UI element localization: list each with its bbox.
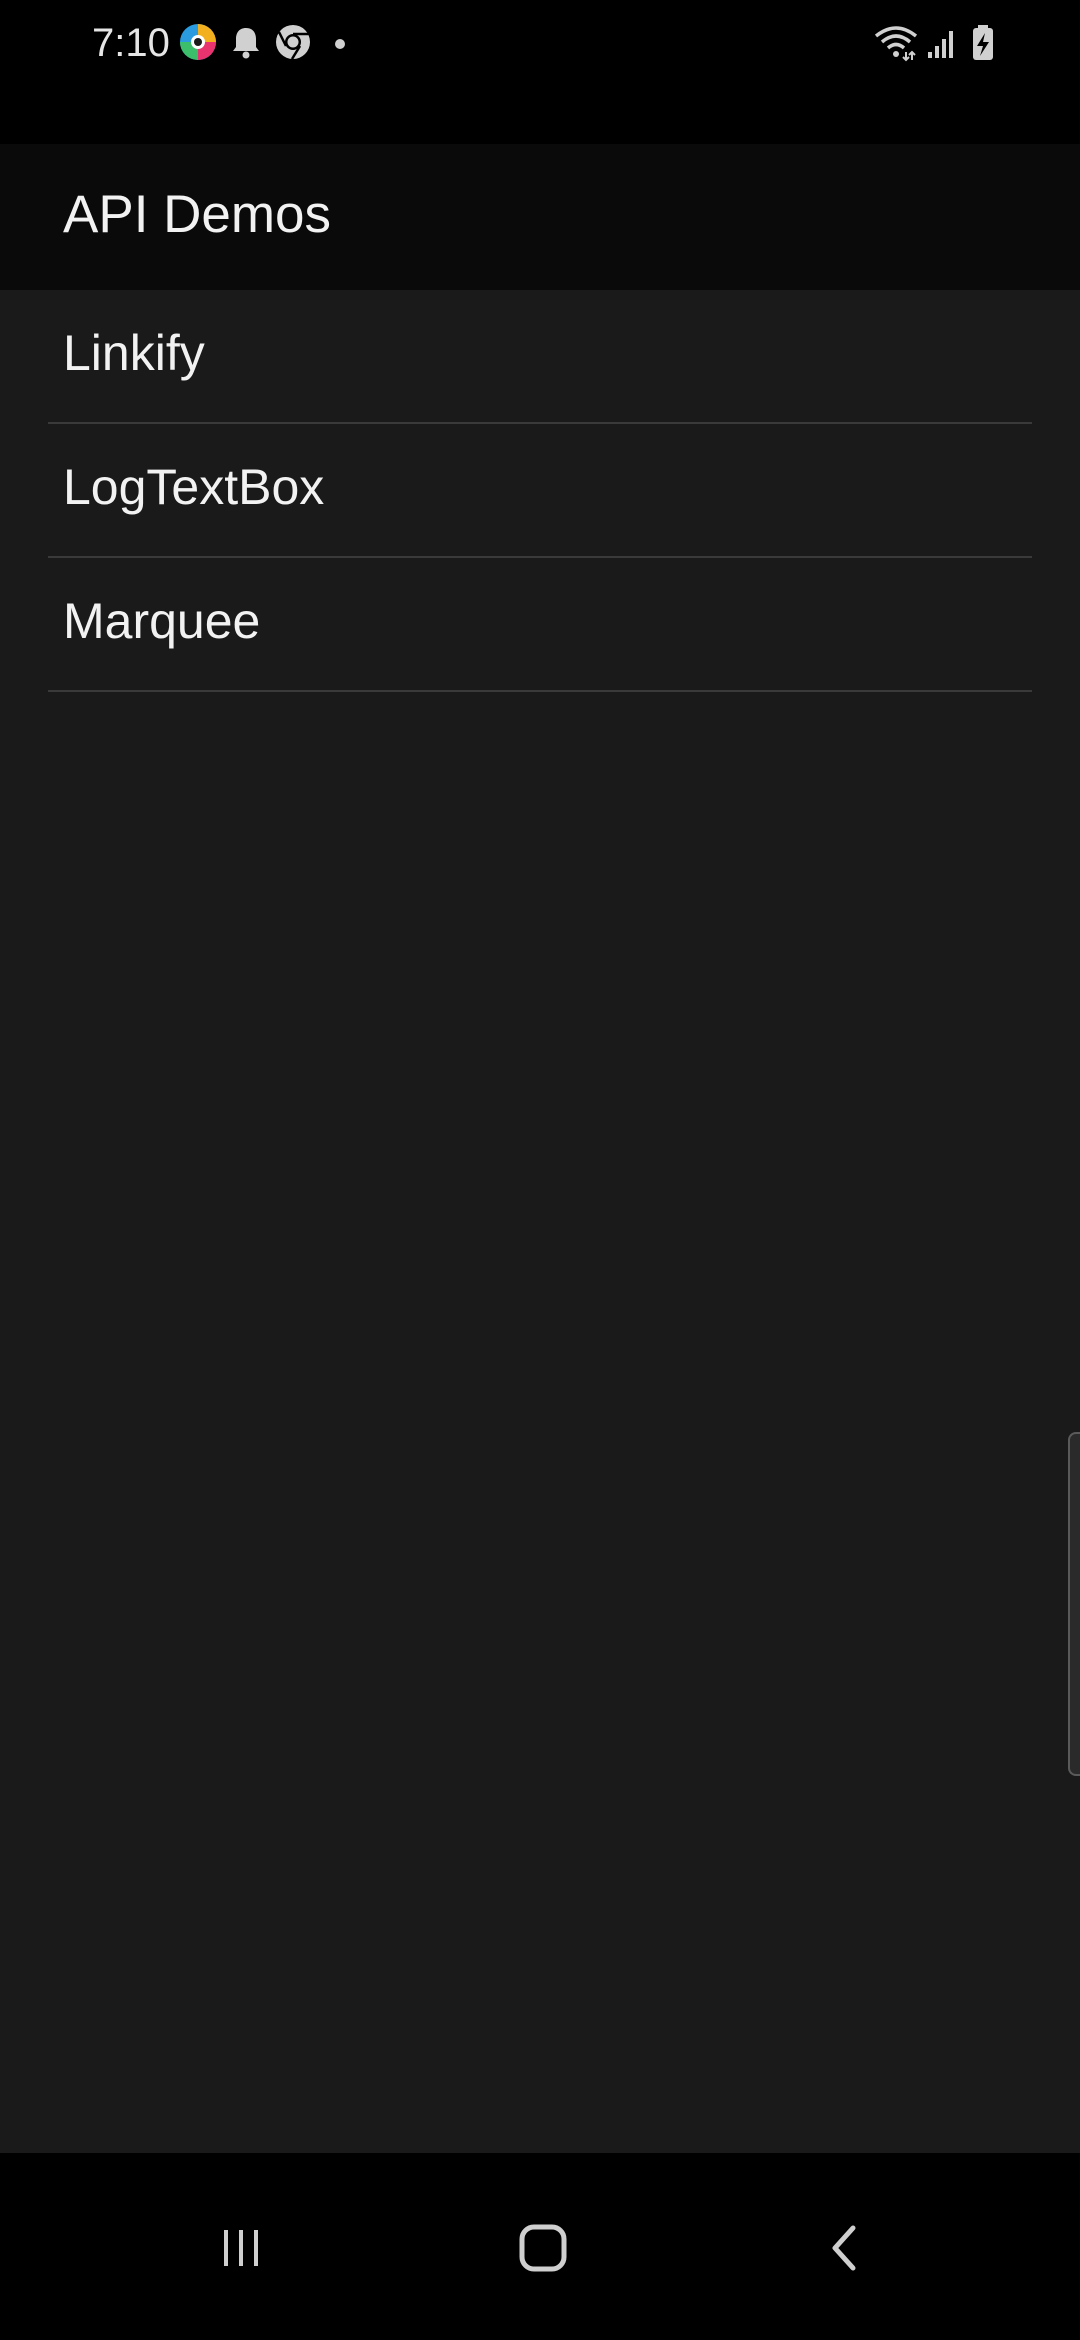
list-item-label: Linkify — [63, 325, 205, 381]
list-item-linkify[interactable]: Linkify — [48, 290, 1032, 424]
navigation-bar — [0, 2153, 1080, 2340]
demo-list: Linkify LogTextBox Marquee — [0, 290, 1080, 2153]
status-time: 7:10 — [92, 21, 170, 65]
wifi-icon — [874, 26, 918, 62]
app-title: API Demos — [63, 185, 332, 244]
list-item-label: LogTextBox — [63, 459, 325, 515]
recent-apps-icon — [224, 2230, 258, 2266]
scrollbar-thumb[interactable] — [1068, 1432, 1080, 1776]
home-button[interactable] — [483, 2193, 603, 2303]
back-icon — [832, 2225, 856, 2271]
list-item-label: Marquee — [63, 593, 261, 649]
recent-apps-button[interactable] — [181, 2193, 301, 2303]
chrome-icon — [276, 25, 310, 60]
status-bar: 7:10 — [0, 0, 1080, 144]
notification-bell-icon — [233, 28, 259, 59]
list-item-logtextbox[interactable]: LogTextBox — [48, 424, 1032, 558]
home-icon — [519, 2224, 567, 2272]
app-logo-icon — [180, 24, 216, 60]
signal-icon — [928, 31, 953, 58]
battery-charging-icon — [973, 25, 993, 60]
back-button[interactable] — [785, 2193, 905, 2303]
list-item-marquee[interactable]: Marquee — [48, 558, 1032, 692]
dot-icon — [335, 39, 345, 49]
app-bar: API Demos — [0, 144, 1080, 290]
